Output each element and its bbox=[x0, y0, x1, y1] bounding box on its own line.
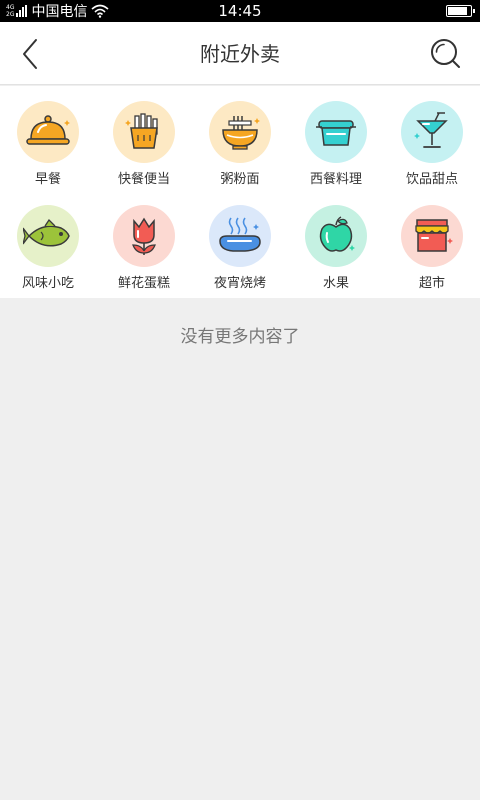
category-fruit[interactable]: 水果 bbox=[288, 190, 384, 291]
category-label: 西餐料理 bbox=[309, 172, 362, 187]
search-button[interactable] bbox=[428, 36, 464, 72]
category-drinks[interactable]: 饮品甜点 bbox=[384, 86, 480, 187]
category-icon-bg bbox=[209, 205, 271, 267]
category-label: 风味小吃 bbox=[21, 276, 74, 291]
category-noodles[interactable]: 粥粉面 bbox=[192, 86, 288, 187]
battery-icon bbox=[446, 5, 475, 17]
category-grid: 早餐 快餐便当 粥粉面 西餐料理 饮品甜点 风味小吃 鲜花蛋糕 夜宵烧烤 水果 … bbox=[0, 86, 480, 298]
category-label: 快餐便当 bbox=[117, 172, 170, 187]
back-button[interactable] bbox=[14, 36, 50, 72]
category-supermarket[interactable]: 超市 bbox=[384, 190, 480, 291]
category-breakfast[interactable]: 早餐 bbox=[0, 86, 96, 187]
sausage-bbq-icon bbox=[219, 217, 261, 252]
search-icon bbox=[431, 39, 460, 68]
category-bbq[interactable]: 夜宵烧烤 bbox=[192, 190, 288, 291]
category-snacks[interactable]: 风味小吃 bbox=[0, 190, 96, 291]
apple-fruit-icon bbox=[319, 216, 355, 252]
category-label: 饮品甜点 bbox=[405, 172, 458, 187]
category-label: 超市 bbox=[418, 276, 445, 291]
category-label: 水果 bbox=[322, 276, 349, 291]
category-flowers-cake[interactable]: 鲜花蛋糕 bbox=[96, 190, 192, 291]
category-icon-bg bbox=[209, 101, 271, 163]
category-icon-bg bbox=[113, 205, 175, 267]
category-western[interactable]: 西餐料理 bbox=[288, 86, 384, 187]
tulip-flower-icon bbox=[132, 217, 156, 255]
breakfast-cloche-icon bbox=[26, 115, 70, 145]
category-icon-bg bbox=[17, 101, 79, 163]
category-icon-bg bbox=[305, 205, 367, 267]
category-label: 早餐 bbox=[34, 172, 61, 187]
fish-icon bbox=[23, 218, 70, 247]
category-label: 夜宵烧烤 bbox=[213, 276, 266, 291]
battery-fill bbox=[448, 7, 467, 15]
category-icon-bg bbox=[17, 205, 79, 267]
category-label: 鲜花蛋糕 bbox=[117, 276, 170, 291]
page-title: 附近外卖 bbox=[200, 42, 280, 66]
category-icon-bg bbox=[401, 101, 463, 163]
no-more-content-text: 没有更多内容了 bbox=[180, 327, 300, 347]
category-icon-bg bbox=[113, 101, 175, 163]
supermarket-store-icon bbox=[415, 219, 453, 252]
category-fast-food[interactable]: 快餐便当 bbox=[96, 86, 192, 187]
status-time: 14:45 bbox=[218, 2, 262, 20]
drink-cocktail-icon bbox=[414, 112, 448, 148]
category-label: 粥粉面 bbox=[220, 172, 260, 187]
back-arrow-icon bbox=[23, 39, 37, 69]
noodle-bowl-icon bbox=[222, 116, 260, 150]
category-icon-bg bbox=[401, 205, 463, 267]
status-bar: 4G 2G 中国电信 14:45 bbox=[0, 0, 480, 22]
fast-food-fries-icon bbox=[125, 113, 158, 149]
western-dish-icon bbox=[316, 120, 356, 146]
category-icon-bg bbox=[305, 101, 367, 163]
nav-bar: 附近外卖 bbox=[0, 22, 480, 85]
